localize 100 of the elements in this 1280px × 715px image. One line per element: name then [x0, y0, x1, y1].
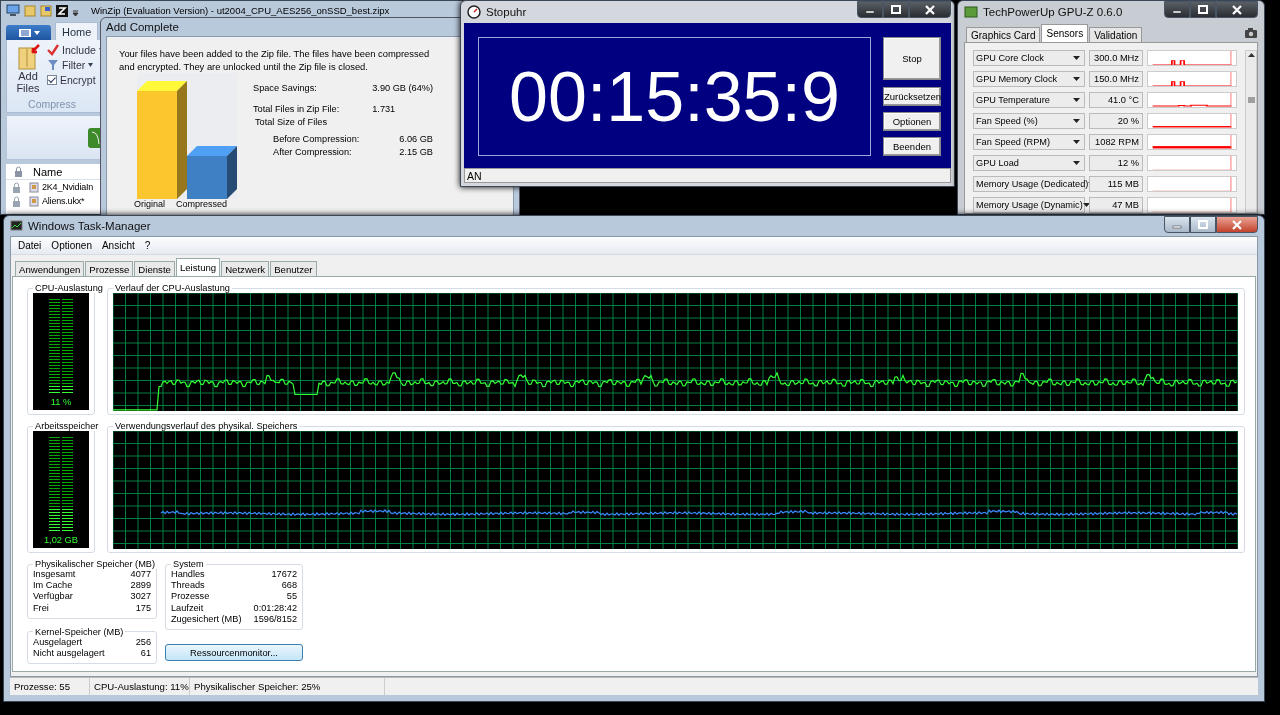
add-files-button[interactable]: Add Files	[13, 44, 43, 98]
menu-icon	[17, 27, 32, 38]
maximize-icon	[1197, 219, 1209, 230]
sensor-dropdown[interactable]: Fan Speed (%)	[973, 113, 1085, 129]
camera-icon[interactable]	[1244, 27, 1258, 38]
folder-icon[interactable]	[40, 3, 52, 17]
filter-button[interactable]: Filter	[47, 59, 104, 71]
close-button[interactable]	[1216, 1, 1258, 18]
sensor-name: Fan Speed (%)	[976, 116, 1038, 126]
dropdown-icon	[1082, 203, 1090, 207]
grip-icon	[1247, 97, 1255, 103]
zip-icon[interactable]	[56, 3, 68, 17]
menu-item[interactable]: Optionen	[46, 237, 97, 254]
window-title: Stopuhr	[486, 6, 527, 18]
column-header[interactable]: Name	[33, 165, 63, 178]
sensor-name: GPU Memory Clock	[976, 74, 1058, 84]
stat-value: 2899	[130, 580, 151, 592]
close-button[interactable]	[1216, 216, 1258, 233]
tab[interactable]: Leistung	[175, 258, 221, 276]
minimize-button[interactable]	[1164, 216, 1190, 233]
file-name[interactable]: Aliens.ukx*	[42, 196, 85, 206]
resource-monitor-button[interactable]: Ressourcenmonitor...	[165, 644, 303, 661]
minimize-button[interactable]	[857, 1, 883, 18]
stat-label: After Compression:	[273, 147, 353, 157]
file-icon	[29, 195, 39, 207]
sensor-dropdown[interactable]: GPU Temperature	[973, 92, 1085, 108]
stat-value: 55	[285, 591, 297, 603]
sensor-name: GPU Temperature	[976, 95, 1050, 105]
close-icon	[1231, 4, 1243, 15]
bar-label: Compressed	[176, 199, 228, 209]
tab[interactable]: Netzwerk	[221, 261, 270, 276]
menu-item[interactable]: ?	[139, 237, 156, 254]
scrollbar[interactable]	[1245, 50, 1257, 213]
tab[interactable]: Prozesse	[85, 261, 134, 276]
gpu-z-icon	[964, 6, 978, 18]
scroll-up-icon	[1247, 53, 1255, 57]
stat-value: 2.15 GB	[398, 147, 433, 157]
dropdown-icon	[1073, 161, 1080, 165]
folder-arrow-icon	[15, 44, 41, 70]
sensor-value: 115 MB	[1089, 176, 1143, 192]
options-button[interactable]: Optionen	[883, 112, 941, 131]
stopwatch-icon	[467, 5, 481, 19]
tab[interactable]: Sensors	[1041, 24, 1089, 42]
reset-button[interactable]: Zurücksetzen	[883, 87, 941, 106]
app-menu-button[interactable]	[6, 25, 51, 40]
sensor-dropdown[interactable]: GPU Memory Clock	[973, 71, 1085, 87]
lock-icon	[12, 181, 21, 193]
sensor-value: 1082 RPM	[1089, 134, 1143, 150]
group-label: Compress	[27, 98, 77, 112]
tab[interactable]: Validation	[1089, 27, 1143, 42]
stat-value: 6.06 GB	[398, 134, 433, 144]
stat-label: Frei	[33, 602, 50, 614]
stat-value: 4077	[130, 569, 151, 581]
maximize-button[interactable]	[1190, 216, 1216, 233]
group-title: System	[172, 559, 205, 569]
sensor-value: 300.0 MHz	[1089, 50, 1143, 66]
close-button[interactable]	[909, 1, 951, 18]
sensor-dropdown[interactable]: Fan Speed (RPM)	[973, 134, 1085, 150]
stat-value: 17672	[270, 569, 297, 581]
minimize-button[interactable]	[1164, 1, 1190, 18]
exit-button[interactable]: Beenden	[883, 137, 941, 156]
stat-value: 1596/8152	[253, 613, 297, 625]
group-title: Arbeitsspeicher	[34, 421, 100, 431]
file-name[interactable]: 2K4_NvidiaIn	[42, 182, 94, 192]
menu-item[interactable]: Ansicht	[96, 237, 140, 254]
group-title: Verwendungsverlauf des physikal. Speichers	[114, 421, 299, 431]
tab[interactable]: Graphics Card	[966, 27, 1041, 42]
dropdown-icon	[1073, 119, 1080, 123]
stat-label: Handles	[171, 569, 206, 581]
sensor-name: GPU Core Clock	[976, 53, 1044, 63]
close-icon	[924, 4, 936, 15]
stop-button[interactable]: Stop	[883, 37, 941, 80]
sensor-value: 41.0 °C	[1089, 92, 1143, 108]
stat-label: Before Compression:	[273, 134, 361, 144]
status-text: AN	[464, 168, 951, 183]
tab[interactable]: Benutzer	[270, 261, 317, 276]
stat-value: 0:01:28:42	[253, 602, 297, 614]
encrypt-checkbox[interactable]	[47, 75, 57, 85]
maximize-button[interactable]	[1190, 1, 1216, 18]
sensor-value: 12 %	[1089, 155, 1143, 171]
sensor-name: Memory Usage (Dedicated)	[976, 179, 1089, 189]
maximize-button[interactable]	[883, 1, 909, 18]
menu-item[interactable]: Datei	[13, 237, 47, 254]
lock-icon	[14, 166, 23, 177]
status-text: Prozesse: 55	[10, 678, 90, 695]
group-title: CPU-Auslastung	[34, 283, 104, 293]
stat-label: Laufzeit	[171, 602, 205, 614]
maximize-icon	[1197, 4, 1209, 15]
sensor-dropdown[interactable]: GPU Load	[973, 155, 1085, 171]
ribbon-tab[interactable]: Home	[55, 22, 99, 40]
maximize-icon	[890, 4, 902, 15]
sensor-dropdown[interactable]: GPU Core Clock	[973, 50, 1085, 66]
sensor-value: 47 MB	[1089, 197, 1143, 213]
window-title: WinZip (Evaluation Version) - ut2004_CPU_AES256_onSSD_best.zipx	[91, 4, 390, 16]
stat-value: 3027	[130, 591, 151, 603]
tab[interactable]: Anwendungen	[15, 261, 85, 276]
tab[interactable]: Dienste	[134, 261, 175, 276]
stat-value: 256	[135, 636, 151, 648]
stat-value: 175	[134, 602, 151, 614]
group-title: Physikalischer Speicher (MB)	[34, 559, 156, 569]
